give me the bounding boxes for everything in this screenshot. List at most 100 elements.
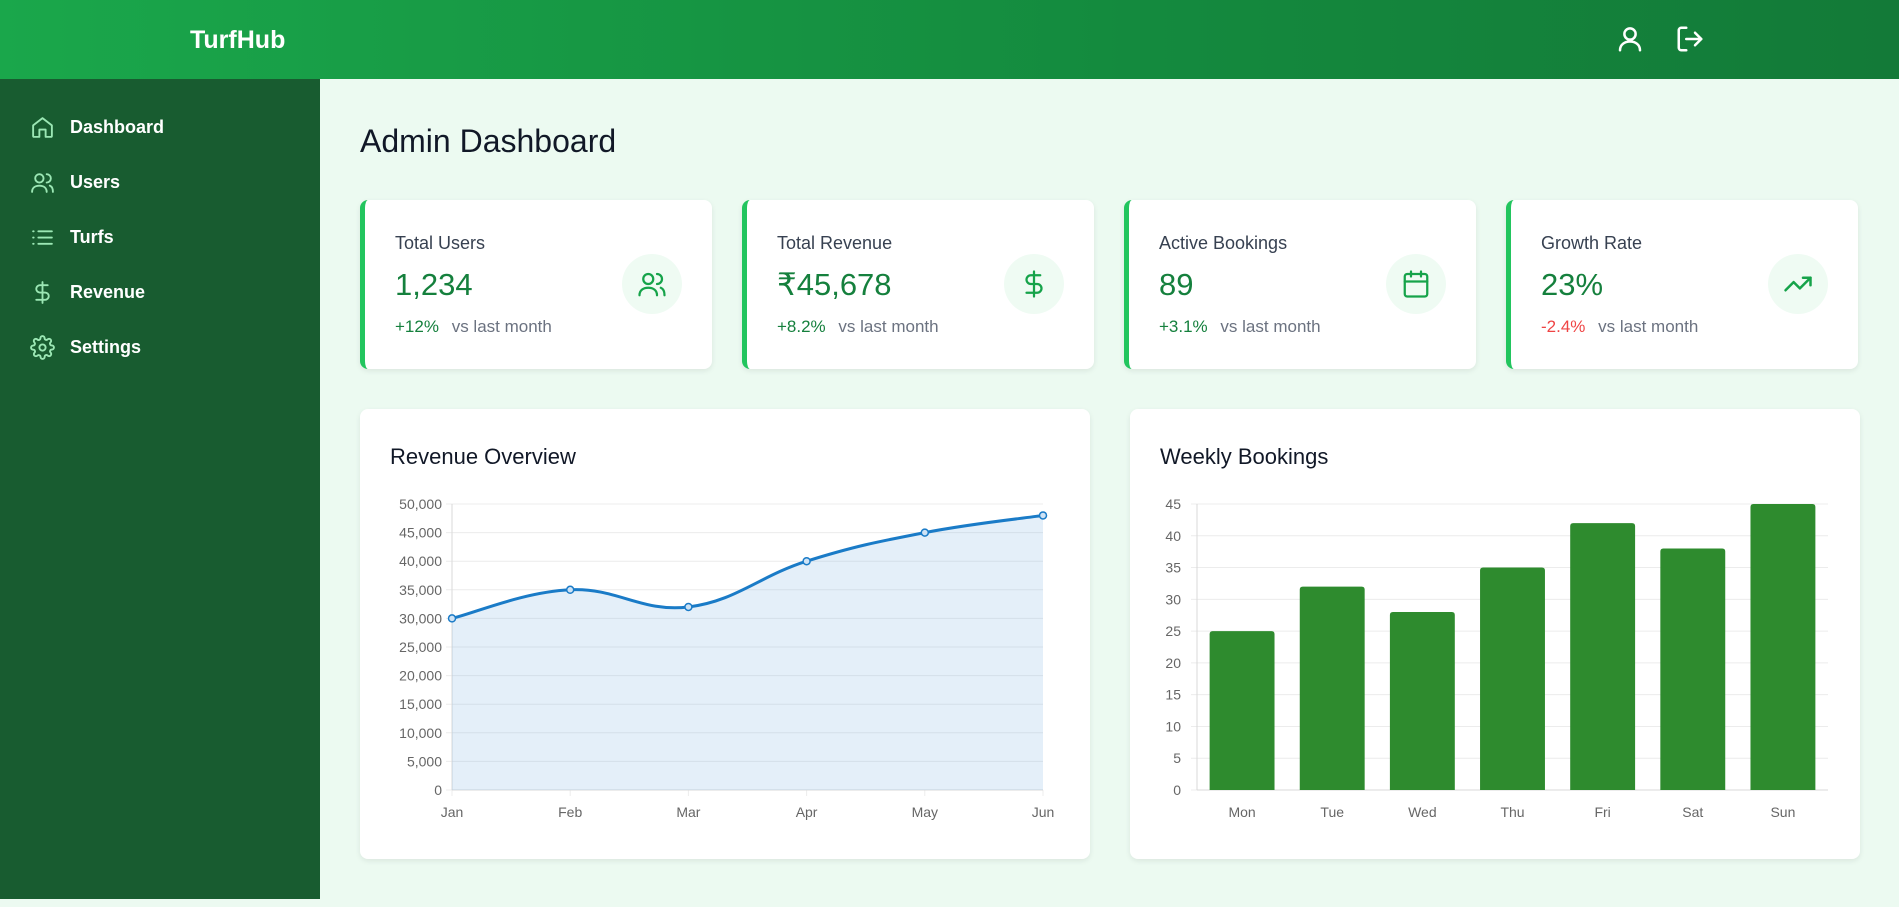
stat-value: 1,234	[395, 267, 473, 302]
data-point	[802, 556, 811, 566]
x-tick-label: Sat	[1682, 804, 1703, 820]
data-point	[565, 585, 575, 595]
y-tick-label: 40	[1165, 528, 1181, 544]
x-tick-label: Tue	[1320, 804, 1344, 820]
y-tick-label: 0	[434, 782, 442, 798]
sidebar-item-label: Users	[70, 171, 121, 192]
sidebar-item-dashboard[interactable]: Dashboard	[30, 109, 164, 145]
stat-change-suffix: vs last month	[1598, 317, 1699, 336]
users-icon	[31, 172, 54, 193]
stat-change-percent: +12%	[395, 317, 439, 336]
stat-value: 89	[1159, 267, 1194, 302]
y-tick-label: 45,000	[399, 525, 442, 541]
y-tick-label: 5,000	[407, 753, 442, 769]
sidebar-item-users[interactable]: Users	[30, 164, 120, 200]
bar	[1480, 567, 1545, 790]
y-tick-label: 20,000	[399, 668, 442, 684]
stat-change: -2.4% vs last month	[1541, 317, 1698, 337]
sidebar: Dashboard Users Turfs Revenue Settings	[0, 79, 320, 899]
y-tick-label: 25,000	[399, 639, 442, 655]
x-tick-label: May	[912, 804, 938, 820]
brand-logo[interactable]: TurfHub	[190, 26, 285, 55]
x-tick-label: Fri	[1594, 804, 1610, 820]
user-icon[interactable]	[1613, 22, 1647, 56]
stat-value: ₹45,678	[777, 267, 892, 302]
x-tick-label: Feb	[558, 804, 582, 820]
stat-label: Total Revenue	[777, 233, 893, 253]
stat-change-percent: +8.2%	[777, 317, 826, 336]
page-title: Admin Dashboard	[360, 123, 617, 159]
weekly-bookings-card: Weekly Bookings 0 5 10 15 20 25 30 35 40 45 Mon Tue…	[1130, 409, 1860, 859]
stat-change-percent: -2.4%	[1541, 317, 1586, 336]
x-tick-label: Jun	[1032, 804, 1055, 820]
y-tick-label: 50,000	[399, 496, 442, 512]
sidebar-item-label: Dashboard	[70, 116, 165, 137]
logout-icon[interactable]	[1673, 22, 1707, 56]
y-tick-label: 20	[1165, 655, 1181, 671]
y-tick-label: 15,000	[399, 696, 442, 712]
top-bar: TurfHub	[0, 0, 1899, 79]
y-tick-label: 35,000	[399, 582, 442, 598]
stat-change: +12% vs last month	[395, 317, 552, 337]
sidebar-item-label: Settings	[70, 336, 142, 357]
dollar-icon	[1004, 254, 1064, 314]
stat-label: Total Users	[395, 233, 486, 253]
x-tick-label: Jan	[441, 804, 464, 820]
y-tick-label: 5	[1173, 750, 1181, 766]
list-icon	[32, 229, 53, 245]
sidebar-item-revenue[interactable]: Revenue	[30, 274, 145, 310]
stat-change-percent: +3.1%	[1159, 317, 1208, 336]
stat-change-suffix: vs last month	[1220, 317, 1321, 336]
stat-change-suffix: vs last month	[838, 317, 939, 336]
sidebar-item-turfs[interactable]: Turfs	[30, 219, 114, 255]
bar	[1750, 504, 1816, 790]
dollar-icon	[35, 280, 50, 304]
stat-card-active-bookings: Active Bookings 89 +3.1% vs last month	[1124, 200, 1476, 369]
sidebar-item-settings[interactable]: Settings	[30, 329, 141, 365]
revenue-overview-card: Revenue Overview 0 5,000 10,000 15,000 20,00…	[360, 409, 1090, 859]
stat-change: +8.2% vs last month	[777, 317, 939, 337]
home-icon	[32, 116, 53, 138]
revenue-line-chart: 0 5,000 10,000 15,000 20,000 25,000 30,000 35,0…	[399, 496, 1055, 820]
x-tick-label: Sun	[1770, 804, 1795, 820]
stat-label: Growth Rate	[1541, 233, 1643, 253]
x-tick-label: Apr	[796, 804, 818, 820]
x-tick-label: Thu	[1500, 804, 1524, 820]
data-point	[684, 602, 693, 612]
y-tick-label: 45	[1165, 496, 1181, 512]
sidebar-item-label: Revenue	[70, 281, 146, 302]
y-tick-label: 25	[1165, 623, 1181, 639]
stat-card-total-revenue: Total Revenue ₹45,678 +8.2% vs last mont…	[742, 200, 1094, 369]
sidebar-item-label: Turfs	[70, 226, 114, 247]
stat-card-total-users: Total Users 1,234 +12% vs last month	[360, 200, 712, 369]
bar	[1660, 548, 1726, 790]
main-content: Admin Dashboard Total Users 1,234 +12% v…	[320, 79, 1899, 907]
calendar-icon	[1386, 254, 1446, 314]
y-tick-label: 30	[1165, 591, 1181, 607]
data-point	[920, 528, 930, 537]
users-icon	[622, 254, 682, 314]
data-point	[1038, 511, 1048, 520]
x-tick-label: Wed	[1408, 804, 1437, 820]
bar	[1570, 523, 1636, 790]
weekly-bookings-bar-chart: 0 5 10 15 20 25 30 35 40 45 Mon Tue Wed Thu Fri Sat Sun	[1165, 496, 1828, 820]
bar	[1209, 631, 1275, 790]
data-point	[447, 614, 457, 623]
stat-label: Active Bookings	[1159, 233, 1288, 253]
revenue-area-fill	[452, 515, 1043, 790]
x-tick-label: Mon	[1228, 804, 1255, 820]
y-tick-label: 15	[1165, 687, 1181, 703]
y-tick-label: 40,000	[399, 553, 442, 569]
stat-value: 23%	[1541, 267, 1604, 302]
trending-up-icon	[1768, 254, 1828, 314]
y-tick-label: 35	[1165, 560, 1181, 576]
y-tick-label: 30,000	[399, 610, 442, 626]
stat-change-suffix: vs last month	[451, 317, 552, 336]
x-tick-label: Mar	[676, 804, 700, 820]
y-tick-label: 0	[1173, 782, 1181, 798]
y-tick-label: 10,000	[399, 725, 442, 741]
bar	[1389, 612, 1455, 790]
gear-icon	[30, 334, 55, 360]
stat-change: +3.1% vs last month	[1159, 317, 1321, 337]
bar	[1299, 586, 1365, 790]
